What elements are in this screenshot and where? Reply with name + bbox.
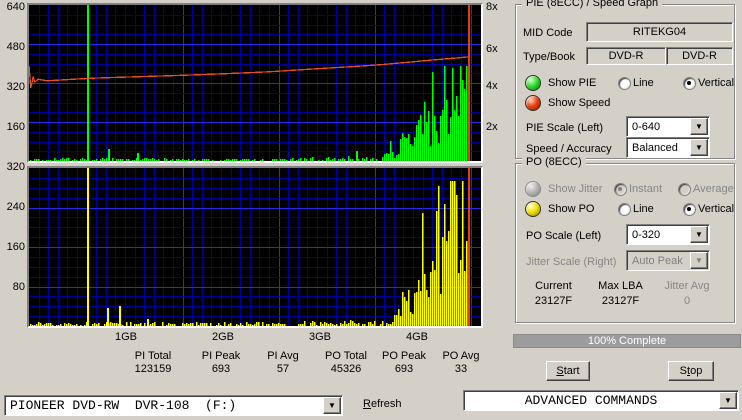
chevron-down-icon[interactable]: ▼ (690, 118, 708, 135)
book-field: DVD-R (666, 47, 733, 65)
pie-line-radio[interactable] (618, 77, 631, 90)
po-scale-dropdown[interactable]: 0-320 ▼ (626, 224, 710, 245)
speed-axis-tick: 6x (486, 43, 498, 55)
po-axis-tick: 320 (6, 161, 25, 173)
stat-value: 33 (454, 363, 468, 375)
pie-scale-dropdown[interactable]: 0-640 ▼ (626, 116, 710, 137)
progress-bar: 100% Complete (513, 334, 741, 348)
jitter-scale-value: Auto Peak (632, 254, 683, 267)
current-label: Current (535, 280, 572, 292)
pie-speed-plot (27, 3, 483, 163)
show-po-label: Show PO (548, 203, 595, 215)
stat-po-avg: PO Avg 33 (391, 350, 479, 376)
jitter-scale-label: Jitter Scale (Right) (526, 256, 617, 268)
speed-axis-tick: 2x (486, 121, 498, 133)
speed-accuracy-value: Balanced (632, 141, 678, 154)
pie-vertical-radio[interactable] (683, 77, 696, 90)
jitter-instant-label: Instant (629, 183, 663, 195)
advanced-commands-value: ADVANCED COMMANDS (524, 393, 658, 408)
po-scale-label: PO Scale (Left) (526, 230, 602, 242)
jitter-instant-radio (614, 183, 627, 196)
po-axis-tick: 80 (12, 281, 25, 293)
x-axis-tick: 1GB (114, 331, 137, 343)
show-speed-label: Show Speed (548, 97, 611, 109)
type-field: DVD-R (586, 47, 666, 65)
po-line-label: Line (633, 203, 654, 215)
show-speed-led-button[interactable] (525, 95, 541, 111)
stat-pi-total: PI Total 123159 (83, 350, 172, 376)
pie-scale-value: 0-640 (632, 120, 661, 133)
chevron-down-icon[interactable]: ▼ (690, 226, 708, 243)
mid-code-field: RITEKG04 (586, 22, 733, 42)
max-lba-value: 23127F (601, 295, 640, 307)
pie-group-title: PIE (8ECC) / Speed Graph (522, 0, 663, 9)
po-axis-tick: 160 (6, 241, 25, 253)
speed-accuracy-label: Speed / Accuracy (526, 143, 612, 155)
stop-button[interactable]: St op (668, 361, 714, 381)
po-scale-value: 0-320 (632, 228, 661, 241)
speed-axis-tick: 8x (486, 1, 498, 13)
po-group-title: PO (8ECC) (522, 156, 586, 168)
po-line-radio[interactable] (618, 203, 631, 216)
jitter-average-radio (678, 183, 691, 196)
jitter-scale-dropdown: Auto Peak ▼ (626, 250, 710, 271)
pie-vertical-label: Vertical (698, 77, 735, 89)
po-vertical-radio[interactable] (683, 203, 696, 216)
pie-speed-group: PIE (8ECC) / Speed Graph MID Code RITEKG… (515, 0, 735, 159)
jitter-average-label: Average (693, 183, 734, 195)
progress-text: 100% Complete (587, 335, 667, 347)
jitter-avg-value: 0 (683, 295, 691, 307)
mid-code-value: RITEKG04 (632, 26, 687, 38)
pie-scale-label: PIE Scale (Left) (526, 122, 604, 134)
chevron-down-icon[interactable]: ▼ (690, 139, 708, 156)
x-axis-tick: 2GB (211, 331, 234, 343)
show-jitter-label: Show Jitter (548, 183, 603, 195)
advanced-commands-dropdown[interactable]: ADVANCED COMMANDS ▼ (463, 390, 739, 411)
start-button[interactable]: Start (546, 361, 590, 381)
pie-axis-tick: 160 (6, 121, 25, 133)
x-axis-tick: 4GB (405, 331, 428, 343)
po-vertical-label: Vertical (698, 203, 735, 215)
jitter-avg-label: Jitter Avg (664, 280, 710, 292)
chevron-down-icon[interactable]: ▼ (323, 397, 341, 414)
speed-axis-tick: 4x (486, 80, 498, 92)
chevron-down-icon: ▼ (690, 252, 708, 269)
pie-axis-tick: 480 (6, 41, 25, 53)
refresh-button[interactable]: Refresh (363, 398, 402, 410)
show-jitter-led-button (525, 181, 541, 197)
pie-axis-tick: 320 (6, 81, 25, 93)
speed-accuracy-dropdown[interactable]: Balanced ▼ (626, 137, 710, 158)
chevron-down-icon[interactable]: ▼ (719, 392, 737, 409)
po-plot (27, 166, 483, 328)
pie-axis-tick: 640 (6, 1, 25, 13)
max-lba-label: Max LBA (598, 280, 643, 292)
show-po-led-button[interactable] (525, 201, 541, 217)
po-group: PO (8ECC) Show Jitter Instant Average Sh… (515, 156, 735, 323)
scan-window: 640 480 320 160 320 240 160 80 8x 6x 4x … (0, 0, 742, 420)
mid-code-label: MID Code (523, 27, 573, 39)
stat-pi-peak: PI Peak 693 (151, 350, 241, 376)
drive-select-value: PIONEER DVD-RW DVR-108 (F:) (10, 398, 237, 413)
stat-label: PO Avg (442, 350, 480, 362)
po-axis-tick: 240 (6, 201, 25, 213)
drive-select-dropdown[interactable]: PIONEER DVD-RW DVR-108 (F:) ▼ (4, 395, 343, 416)
stat-pi-avg: PI Avg 57 (213, 350, 299, 376)
type-value: DVD-R (608, 50, 644, 62)
current-value: 23127F (534, 295, 573, 307)
book-value: DVD-R (682, 50, 717, 62)
show-pie-led-button[interactable] (525, 75, 541, 91)
type-book-label: Type/Book (523, 51, 575, 63)
x-axis-tick: 3GB (308, 331, 331, 343)
show-pie-label: Show PIE (548, 77, 597, 89)
pie-line-label: Line (633, 77, 654, 89)
